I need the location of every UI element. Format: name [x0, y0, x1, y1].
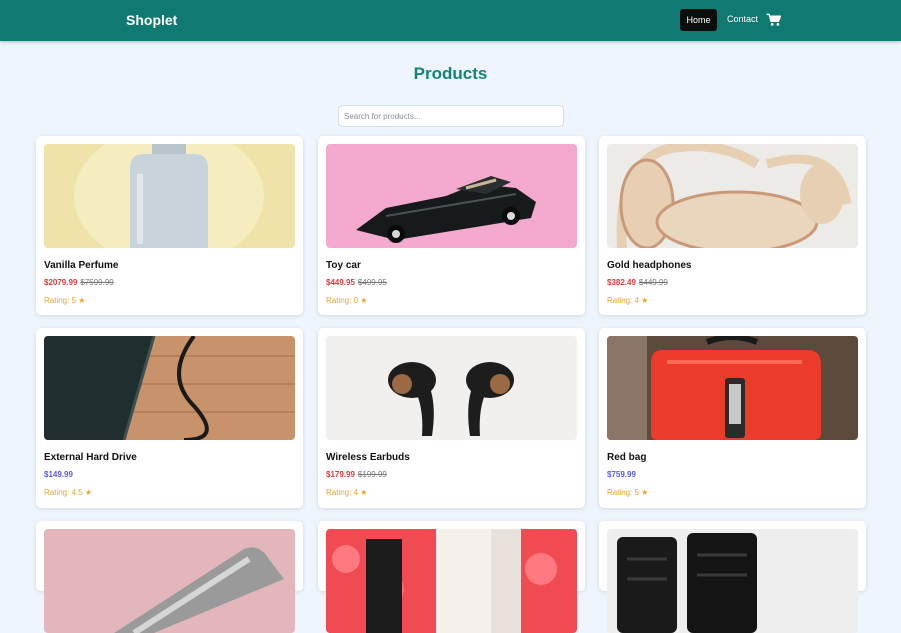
- product-image[interactable]: [44, 336, 295, 440]
- product-rating: Rating: 5 ★: [44, 296, 86, 305]
- product-name: Red bag: [607, 452, 647, 463]
- navbar: Shoplet Home Contact: [0, 0, 901, 41]
- product-old-price: $449.99: [638, 278, 668, 287]
- product-name: Toy car: [326, 260, 361, 271]
- product-price-row: $382.49 $449.99: [607, 278, 668, 287]
- nav-contact-link[interactable]: Contact: [727, 14, 758, 24]
- product-price-row: $2079.99 $7599.99: [44, 278, 114, 287]
- product-card[interactable]: Red bag $759.99 Rating: 5 ★: [599, 328, 866, 508]
- product-image[interactable]: [326, 144, 577, 248]
- product-name: Wireless Earbuds: [326, 452, 410, 463]
- product-rating: Rating: 0 ★: [326, 296, 368, 305]
- brand-logo[interactable]: Shoplet: [126, 12, 177, 28]
- product-price: $149.99: [44, 470, 73, 479]
- product-card[interactable]: Toy car $449.95 $499.95 Rating: 0 ★: [318, 136, 585, 315]
- search-input[interactable]: [338, 105, 564, 127]
- product-image[interactable]: [607, 144, 858, 248]
- product-card[interactable]: Wireless Earbuds $179.99 $199.99 Rating: …: [318, 328, 585, 508]
- product-card[interactable]: [318, 521, 585, 633]
- product-price-row: $449.95 $499.95: [326, 278, 387, 287]
- product-card[interactable]: Vanilla Perfume $2079.99 $7599.99 Rating:…: [36, 136, 303, 315]
- product-old-price: $7599.99: [80, 278, 114, 287]
- nav-home-link[interactable]: Home: [680, 9, 717, 31]
- product-price: $2079.99: [44, 278, 78, 287]
- product-rating: Rating: 4.5 ★: [44, 488, 93, 497]
- product-image[interactable]: [326, 336, 577, 440]
- product-name: Gold headphones: [607, 260, 692, 271]
- product-card[interactable]: [599, 521, 866, 633]
- product-card[interactable]: External Hard Drive $149.99 Rating: 4.5 …: [36, 328, 303, 508]
- product-price-row: $149.99: [44, 470, 73, 479]
- product-old-price: $499.95: [357, 278, 387, 287]
- product-rating: Rating: 5 ★: [607, 488, 649, 497]
- product-price-row: $759.99: [607, 470, 636, 479]
- product-price: $382.49: [607, 278, 636, 287]
- product-image[interactable]: [44, 144, 295, 248]
- product-old-price: $199.99: [357, 470, 387, 479]
- product-rating: Rating: 4 ★: [607, 296, 649, 305]
- product-card[interactable]: [36, 521, 303, 633]
- product-price: $759.99: [607, 470, 636, 479]
- product-image[interactable]: [326, 529, 577, 633]
- product-rating: Rating: 4 ★: [326, 488, 368, 497]
- product-image[interactable]: [607, 336, 858, 440]
- product-card[interactable]: Gold headphones $382.49 $449.99 Rating: 4…: [599, 136, 866, 315]
- product-name: Vanilla Perfume: [44, 260, 119, 271]
- shopping-cart-icon[interactable]: [766, 13, 781, 27]
- product-price-row: $179.99 $199.99: [326, 470, 387, 479]
- page-title: Products: [413, 64, 488, 83]
- product-image[interactable]: [44, 529, 295, 633]
- product-image[interactable]: [607, 529, 858, 633]
- product-price: $179.99: [326, 470, 355, 479]
- product-price: $449.95: [326, 278, 355, 287]
- product-name: External Hard Drive: [44, 452, 137, 463]
